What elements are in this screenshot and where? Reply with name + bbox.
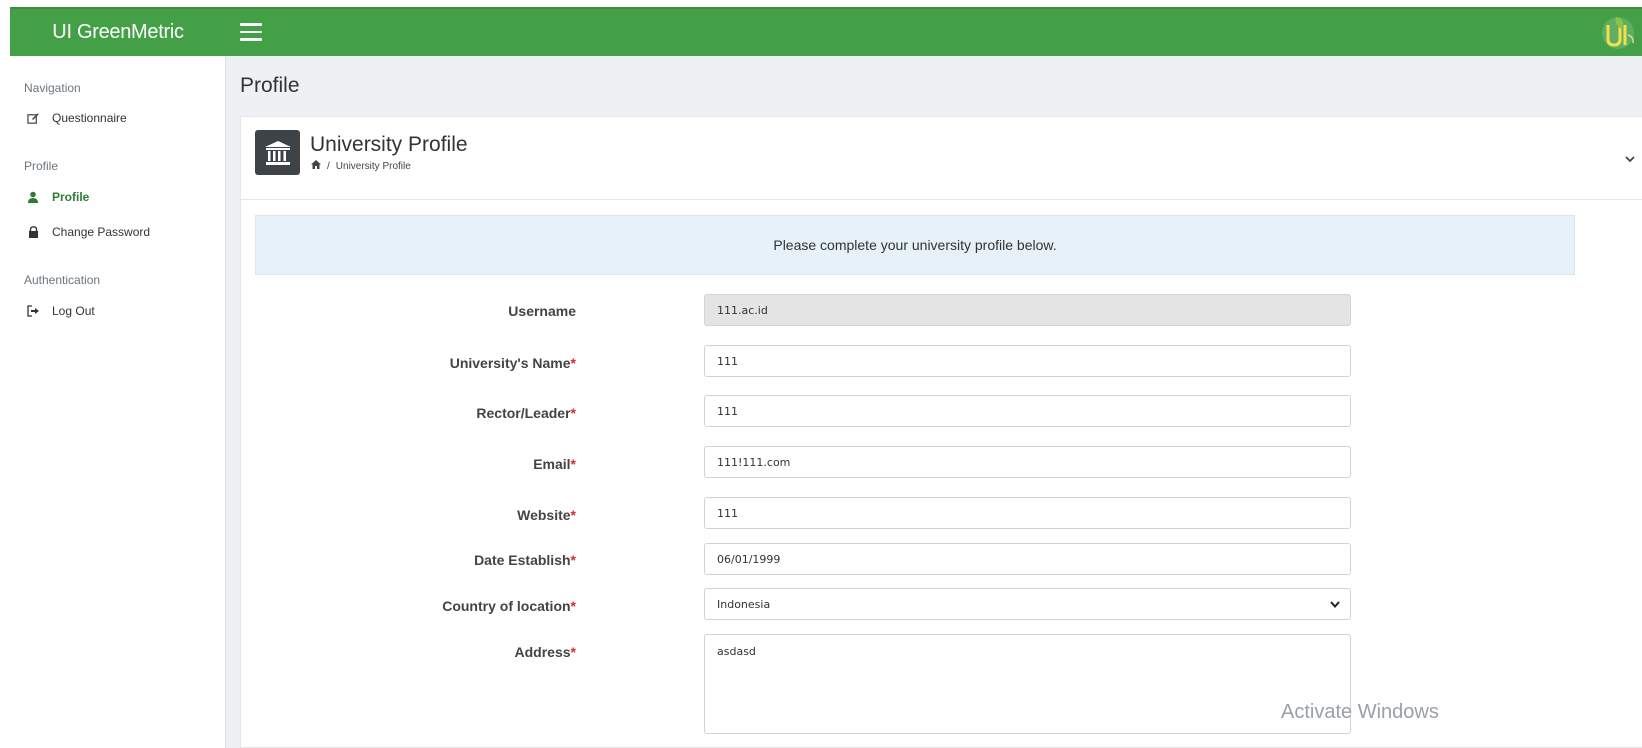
profile-card: University Profile / University Profile … xyxy=(240,116,1642,748)
sidebar: Navigation Questionnaire Profile Profile… xyxy=(10,56,226,748)
sidebar-item-label: Change Password xyxy=(52,225,151,239)
activate-windows-watermark: Activate Windows xyxy=(1281,701,1439,723)
website-field[interactable]: 111 xyxy=(704,497,1351,529)
sidebar-item-label: Questionnaire xyxy=(52,111,127,125)
date-establish-label: Date Establish* xyxy=(474,552,576,568)
edit-icon xyxy=(26,111,40,125)
lock-icon xyxy=(26,225,40,239)
university-icon xyxy=(255,130,300,175)
chevron-down-icon xyxy=(1330,601,1340,609)
ui-greenmetric-logo xyxy=(1602,17,1634,49)
app-window: UI GreenMetric Navigation Questionnaire … xyxy=(10,7,1642,748)
country-selected-value: Indonesia xyxy=(717,597,771,611)
sidebar-item-label: Log Out xyxy=(52,304,95,318)
sidebar-item-log-out[interactable]: Log Out xyxy=(10,300,225,322)
sidebar-section-authentication: Authentication xyxy=(24,273,101,287)
rector-field[interactable]: 111 xyxy=(704,395,1351,427)
university-name-field[interactable]: 111 xyxy=(704,345,1351,377)
username-label: Username xyxy=(508,303,576,319)
info-notice: Please complete your university profile … xyxy=(255,215,1575,275)
sign-out-icon xyxy=(26,304,40,318)
sidebar-item-profile[interactable]: Profile xyxy=(10,186,225,208)
breadcrumb: / University Profile xyxy=(311,160,411,172)
chevron-down-icon[interactable] xyxy=(1623,152,1637,166)
notice-text: Please complete your university profile … xyxy=(773,237,1057,253)
username-field[interactable]: 111.ac.id xyxy=(704,294,1351,326)
page-title: Profile xyxy=(240,74,300,97)
user-icon xyxy=(26,190,40,204)
country-label: Country of location* xyxy=(442,598,576,614)
rector-label: Rector/Leader* xyxy=(476,405,576,421)
website-label: Website* xyxy=(517,507,576,523)
card-title: University Profile xyxy=(310,133,468,156)
sidebar-item-change-password[interactable]: Change Password xyxy=(10,221,225,243)
address-textarea[interactable]: asdasd xyxy=(704,634,1351,734)
sidebar-item-label: Profile xyxy=(52,190,90,204)
brand-title[interactable]: UI GreenMetric xyxy=(10,9,226,56)
date-establish-field[interactable]: 06/01/1999 xyxy=(704,543,1351,575)
top-bar: UI GreenMetric xyxy=(10,7,1642,56)
university-name-label: University's Name* xyxy=(449,355,576,371)
email-field[interactable]: 111!111.com xyxy=(704,446,1351,478)
email-label: Email* xyxy=(533,456,576,472)
card-header: University Profile / University Profile xyxy=(241,117,1642,200)
sidebar-section-profile: Profile xyxy=(24,159,59,173)
address-label: Address* xyxy=(514,644,576,660)
country-select[interactable]: Indonesia xyxy=(704,588,1351,620)
home-icon[interactable] xyxy=(311,160,321,172)
breadcrumb-current: University Profile xyxy=(335,160,411,172)
sidebar-item-questionnaire[interactable]: Questionnaire xyxy=(10,107,225,129)
sidebar-section-navigation: Navigation xyxy=(24,81,81,95)
breadcrumb-separator: / xyxy=(327,160,330,172)
menu-toggle-icon[interactable] xyxy=(240,23,262,41)
